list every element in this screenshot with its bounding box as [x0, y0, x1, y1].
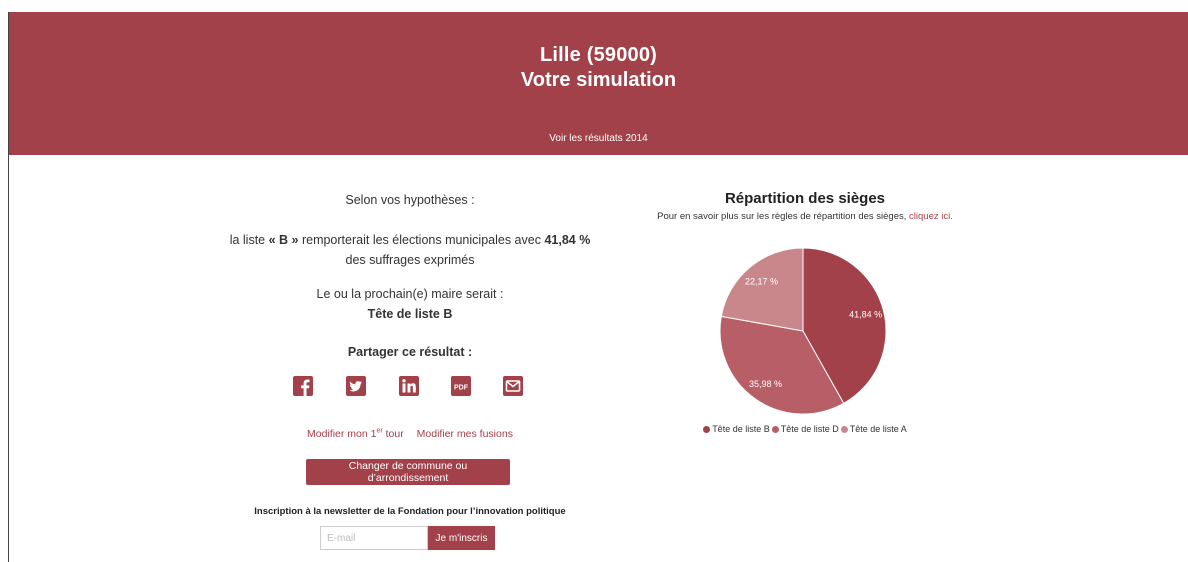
- legend-label: Tête de liste B: [712, 424, 770, 434]
- modify-first-round-text: Modifier mon 1: [307, 427, 377, 440]
- email-field[interactable]: [320, 526, 428, 550]
- results-2014-link[interactable]: Voir les résultats 2014: [9, 133, 1188, 144]
- pie-slice-label-2: 35,98 %: [749, 379, 782, 389]
- newsletter-title: Inscription à la newsletter de la Fondat…: [254, 506, 566, 517]
- legend-item-2[interactable]: Tête de liste D: [771, 424, 839, 434]
- winner-percentage: 41,84 %: [544, 233, 591, 247]
- share-icons: PDF: [293, 376, 533, 398]
- header-banner: Lille (59000) Votre simulation Voir les …: [9, 12, 1188, 155]
- facebook-icon[interactable]: [293, 376, 313, 396]
- result-prefix: la liste: [229, 233, 269, 247]
- email-icon[interactable]: [503, 376, 523, 396]
- result-suffix: des suffrages exprimés: [345, 253, 475, 267]
- chart-note: Pour en savoir plus sur les règles de ré…: [640, 211, 970, 222]
- legend-label: Tête de liste D: [780, 424, 839, 434]
- legend-label: Tête de liste A: [849, 424, 907, 434]
- legend-item-3[interactable]: Tête de liste A: [840, 424, 907, 434]
- result-sentence: la liste « B » remporterait les élection…: [210, 230, 610, 270]
- legend-item-1[interactable]: Tête de liste B: [703, 424, 770, 434]
- page-title: Lille (59000): [539, 44, 658, 66]
- page-top-margin: [0, 0, 1188, 12]
- winner-list: « B »: [268, 233, 299, 247]
- share-title: Partager ce résultat :: [347, 345, 473, 359]
- mayor-name: Tête de liste B: [367, 307, 453, 321]
- chart-note-text: Pour en savoir plus sur les règles de ré…: [657, 211, 910, 222]
- modify-first-round-end: tour: [382, 427, 404, 440]
- linkedin-icon[interactable]: [399, 376, 419, 396]
- modify-fusions-link[interactable]: Modifier mes fusions: [417, 428, 513, 440]
- modify-first-round-link[interactable]: Modifier mon 1er tour: [307, 427, 404, 440]
- change-commune-button[interactable]: Changer de commune ou d’arrondissement: [306, 459, 510, 485]
- mayor-label: Le ou la prochain(e) maire serait :: [316, 287, 504, 301]
- subscribe-button[interactable]: Je m'inscris: [428, 526, 495, 550]
- chart-legend: Tête de liste B Tête de liste D Tête de li…: [640, 424, 970, 434]
- pie-slice-label-1: 41,84 %: [849, 310, 882, 320]
- page-subtitle: Votre simulation: [520, 69, 677, 91]
- pie-slice-3[interactable]: [720, 247, 804, 332]
- pie-slice-label-3: 22,17 %: [745, 276, 778, 286]
- modify-links: Modifier mon 1er tour Modifier mes fusio…: [210, 427, 610, 440]
- rules-link[interactable]: cliquez ici.: [909, 211, 953, 222]
- legend-dot: [771, 426, 779, 434]
- hypotheses-label: Selon vos hypothèses :: [345, 193, 475, 207]
- pdf-icon-label: PDF: [454, 384, 469, 391]
- twitter-icon[interactable]: [346, 376, 366, 396]
- pie-chart: 41,84 % 35,98 % 22,17 %: [719, 247, 887, 415]
- chart-title: Répartition des sièges: [724, 190, 886, 207]
- legend-dot: [840, 426, 848, 434]
- legend-dot: [703, 426, 711, 434]
- pdf-icon[interactable]: PDF: [451, 376, 471, 396]
- result-middle: remporterait les élections municipales a…: [298, 233, 545, 247]
